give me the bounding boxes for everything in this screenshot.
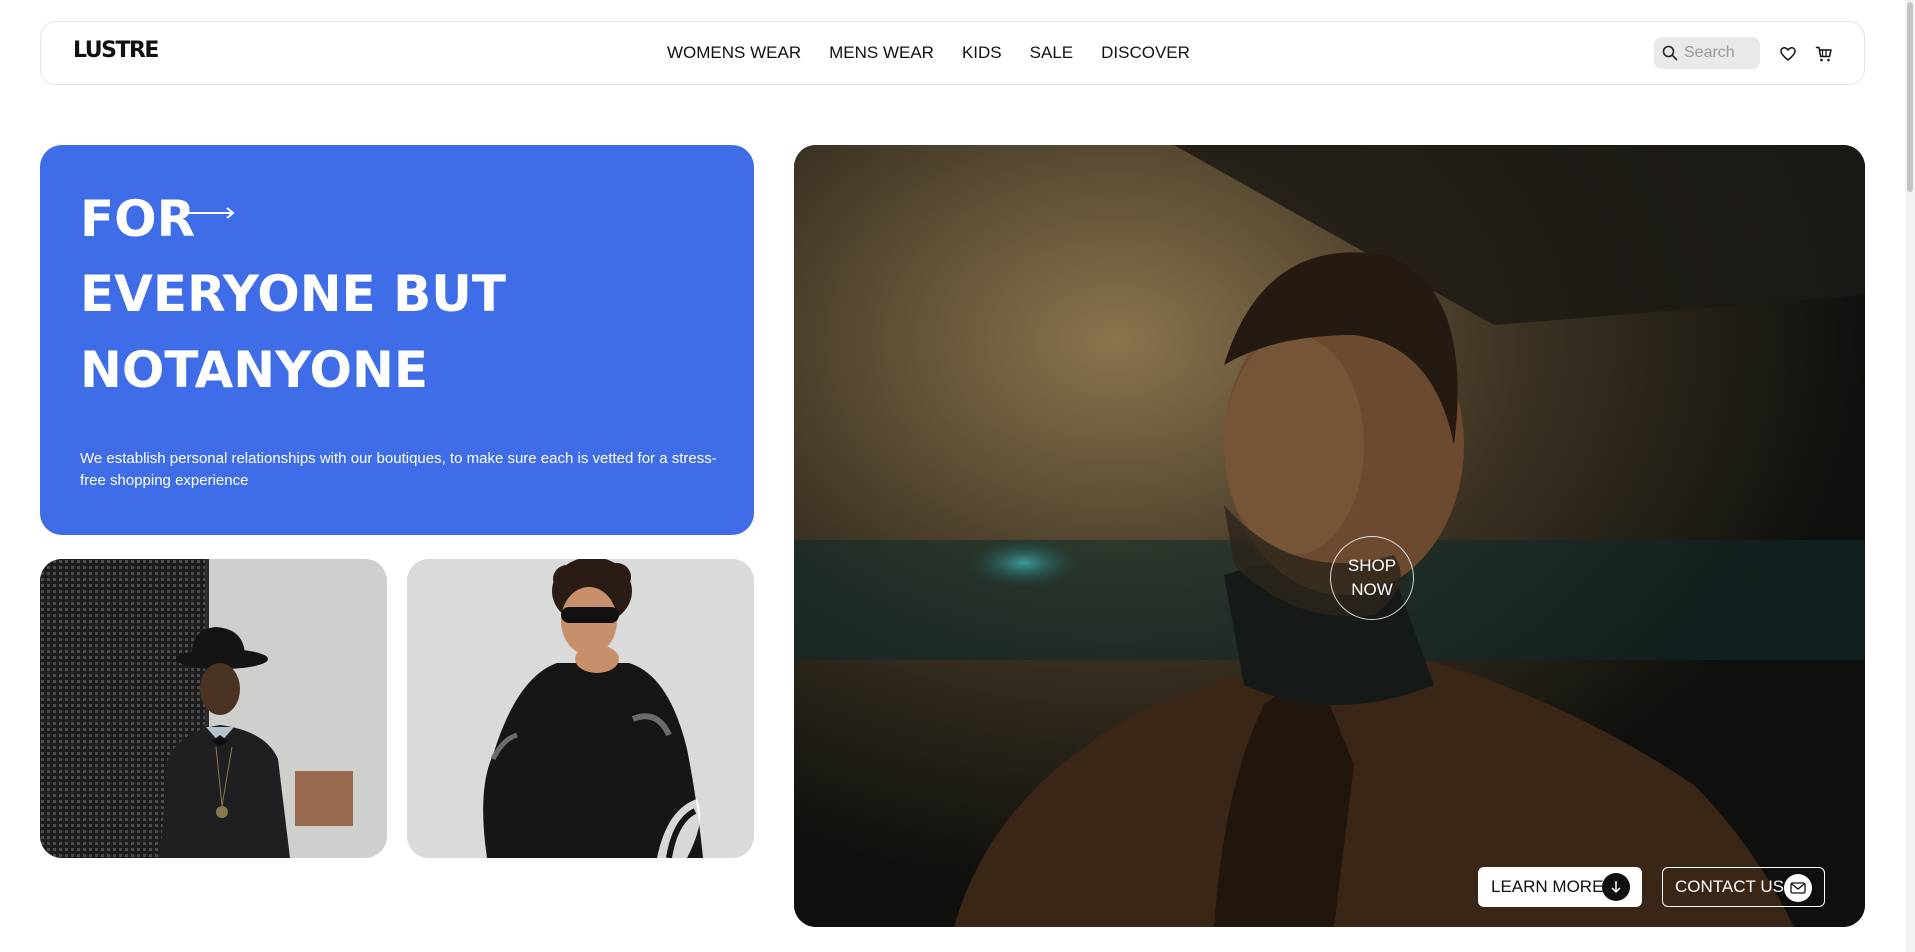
learn-more-label: LEARN MORE [1491,877,1604,896]
top-header: LUSTRE WOMENS WEAR MENS WEAR KIDS SALE D… [40,21,1865,85]
learn-more-button[interactable]: LEARN MORE [1478,867,1642,907]
photo-man-in-hat[interactable] [40,559,387,858]
search-input[interactable] [1684,37,1756,69]
photo-man-in-sunglasses[interactable] [407,559,754,858]
arrow-down-icon [1602,873,1630,901]
scrollbar-thumb[interactable] [1907,2,1913,192]
brand-logo[interactable]: LUSTRE [73,38,159,63]
nav-item-discover[interactable]: DISCOVER [1101,43,1190,63]
nav-item-mens-wear[interactable]: MENS WEAR [829,43,934,63]
search-box [1654,37,1760,69]
nav-item-sale[interactable]: SALE [1030,43,1073,63]
nav-item-kids[interactable]: KIDS [962,43,1002,63]
arrow-right-icon [184,207,235,219]
shop-now-line-1: SHOP [1347,556,1397,575]
hero-headline-line-3: NOTANYONE [80,341,429,399]
contact-us-label: CONTACT US [1675,877,1784,896]
mail-icon [1784,874,1812,902]
cart-icon[interactable] [1815,45,1833,63]
search-icon [1662,45,1678,61]
heart-icon[interactable] [1779,45,1797,63]
nav-item-womens-wear[interactable]: WOMENS WEAR [667,43,801,63]
shop-now-button[interactable]: SHOP NOW [1330,536,1414,620]
contact-us-button[interactable]: CONTACT US [1662,867,1825,907]
shop-now-line-2: NOW [1351,580,1393,599]
feature-banner: SHOP NOW LEARN MORE CONTACT US [794,145,1865,927]
hero-headline-line-2: EVERYONE BUT [80,265,506,323]
hero-description: We establish personal relationships with… [80,450,717,489]
hero-headline-line-1: FOR [80,190,196,248]
main-nav: WOMENS WEAR MENS WEAR KIDS SALE DISCOVER [667,43,1190,63]
hero-card: FOR EVERYONE BUT NOTANYONE We establish … [40,145,754,535]
